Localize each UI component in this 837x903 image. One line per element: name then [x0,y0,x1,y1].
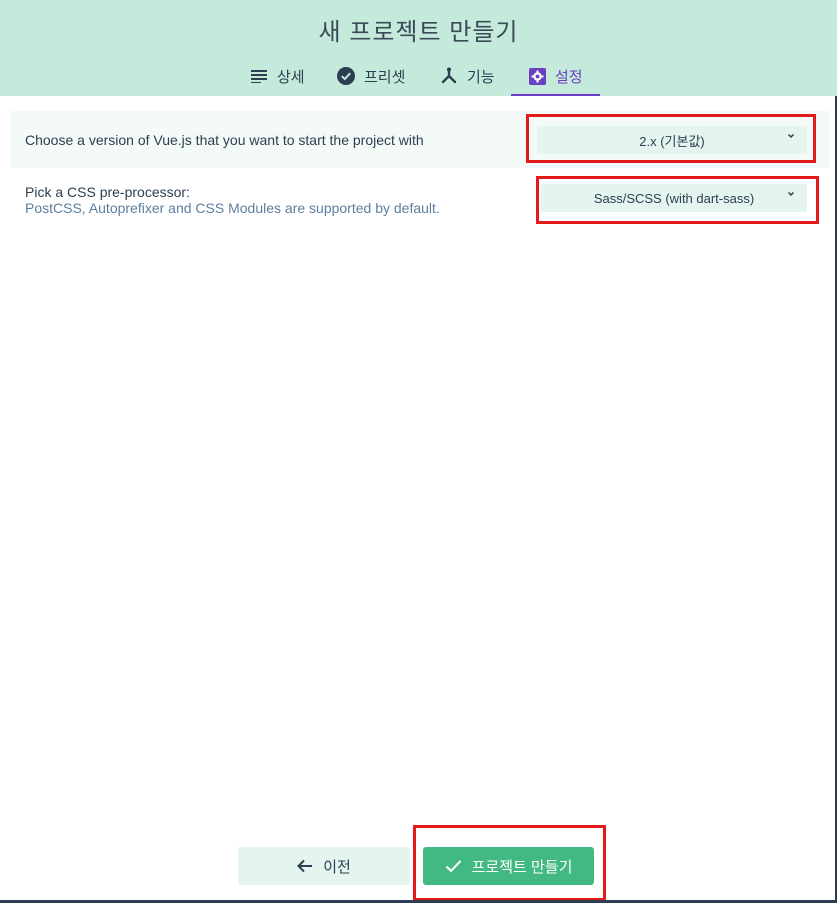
tab-bar: 상세 프리셋 기능 설정 [0,58,837,96]
vue-version-value: 2.x (기본값) [639,133,705,149]
arrow-left-icon [297,859,313,873]
create-project-page: 새 프로젝트 만들기 상세 프리셋 기능 설정 Choose a version… [0,0,837,903]
tab-features[interactable]: 기능 [440,58,495,94]
previous-button-label: 이전 [323,858,351,876]
create-project-button[interactable]: 프로젝트 만들기 [423,847,594,885]
gear-icon [528,67,546,85]
list-icon [250,67,268,85]
previous-button[interactable]: 이전 [238,847,410,885]
vue-version-label: Choose a version of Vue.js that you want… [25,132,424,148]
create-project-button-label: 프로젝트 만들기 [471,858,573,876]
tab-label: 기능 [467,68,495,86]
chevron-down-icon [787,190,795,201]
fork-icon [440,67,458,85]
tab-presets[interactable]: 프리셋 [337,58,405,94]
tab-label: 프리셋 [364,68,406,86]
tab-label: 상세 [277,68,305,86]
check-icon [445,859,462,873]
css-preprocessor-value: Sass/SCSS (with dart-sass) [593,190,755,206]
css-preprocessor-select[interactable]: Sass/SCSS (with dart-sass) [541,184,807,212]
vue-version-select[interactable]: 2.x (기본값) [537,126,807,154]
css-preprocessor-text: Pick a CSS pre-processor: PostCSS, Autop… [25,184,440,216]
tab-details[interactable]: 상세 [250,58,305,94]
chevron-down-icon [787,132,795,143]
tab-config[interactable]: 설정 [511,58,600,96]
header: 새 프로젝트 만들기 상세 프리셋 기능 설정 [0,0,837,96]
page-title: 새 프로젝트 만들기 [318,19,519,46]
tab-label: 설정 [555,68,583,86]
check-circle-icon [337,67,355,85]
css-preprocessor-label: Pick a CSS pre-processor: [25,184,190,200]
css-preprocessor-description: PostCSS, Autoprefixer and CSS Modules ar… [25,200,440,216]
